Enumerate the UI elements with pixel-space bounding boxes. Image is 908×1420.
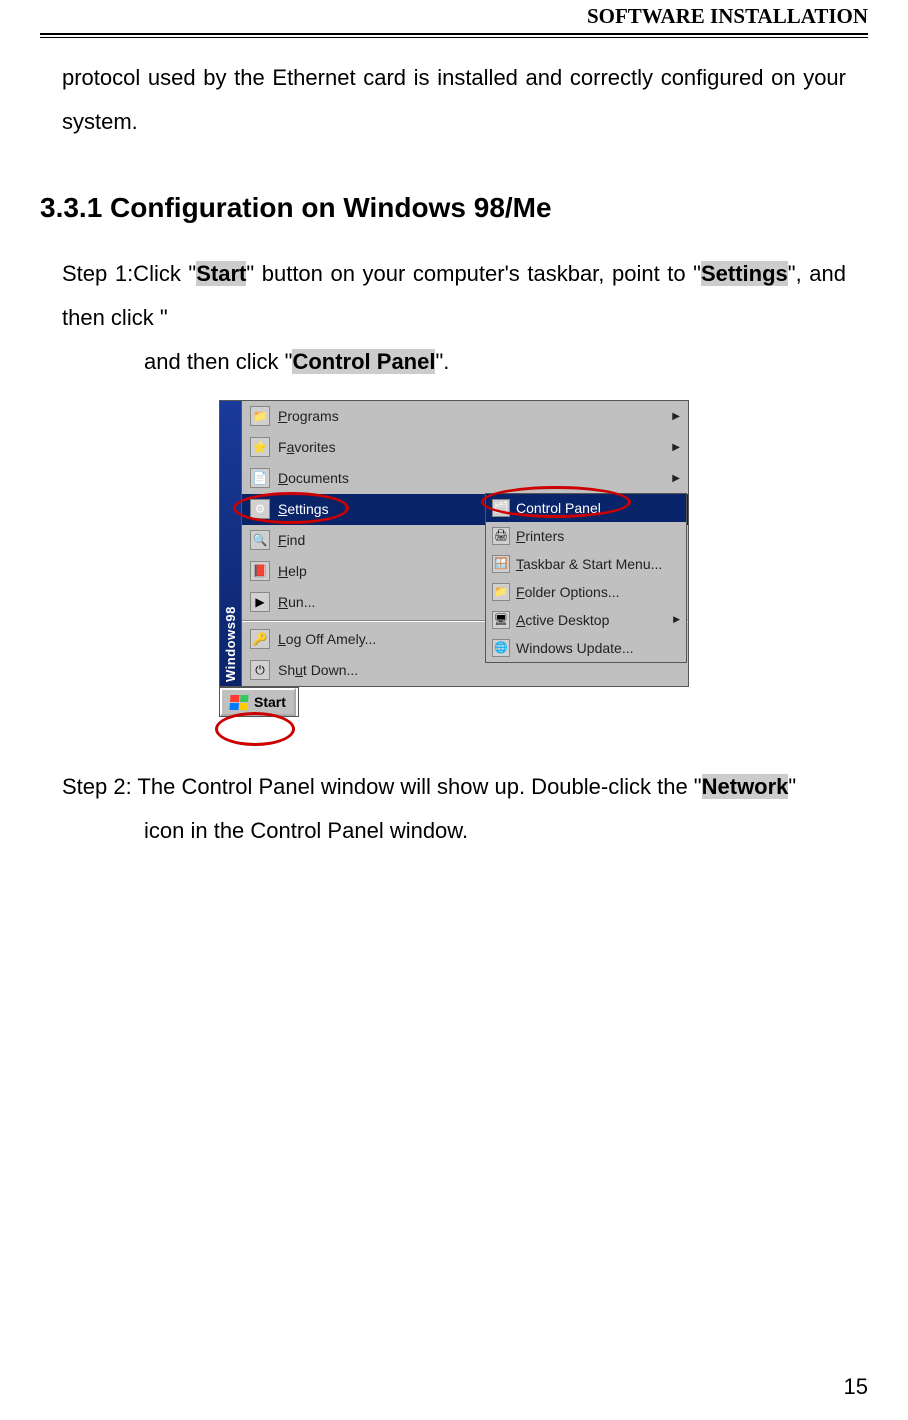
windows-update-icon: 🌐 [492, 639, 510, 657]
flyout-folder-options[interactable]: 📁 Folder Options... [486, 578, 686, 606]
flyout-taskbar[interactable]: 🪟 Taskbar & Start Menu... [486, 550, 686, 578]
shutdown-icon: ⏻ [250, 660, 270, 680]
step1-mid1: " button on your computer's taskbar, poi… [246, 261, 701, 286]
step2-quote: " [788, 774, 796, 799]
find-icon: 🔍 [250, 530, 270, 550]
flyout-label: Active Desktop [516, 612, 673, 628]
submenu-arrow-icon: ▶ [672, 442, 680, 453]
section-heading: 3.3.1 Configuration on Windows 98/Me [40, 192, 868, 224]
step1-controlpanel: Control Panel [292, 349, 435, 374]
settings-flyout: 🗂 Control Panel 🖨 Printers 🪟 Taskbar & S… [485, 493, 687, 663]
run-icon: ▶ [250, 592, 270, 612]
menu-label: Documents [278, 470, 672, 486]
flyout-control-panel[interactable]: 🗂 Control Panel [486, 494, 686, 522]
flyout-label: Control Panel [516, 500, 680, 516]
favorites-icon: ⭐ [250, 437, 270, 457]
flyout-printers[interactable]: 🖨 Printers [486, 522, 686, 550]
page-number: 15 [844, 1374, 868, 1400]
menu-item-favorites[interactable]: ⭐ Favorites ▶ [242, 432, 688, 463]
programs-icon: 📁 [250, 406, 270, 426]
active-desktop-icon: 🖥 [492, 611, 510, 629]
start-menu-screenshot: Windows98 📁 Programs ▶ ⭐ Favorites ▶ 📄 D… [219, 400, 689, 717]
documents-icon: 📄 [250, 468, 270, 488]
start-label: Start [254, 694, 286, 710]
windows-flag-icon [229, 695, 248, 710]
flyout-label: Taskbar & Start Menu... [516, 556, 680, 572]
logoff-icon: 🔑 [250, 629, 270, 649]
flyout-label: Folder Options... [516, 584, 680, 600]
step1-settings: Settings [701, 261, 788, 286]
step1-post: ". [435, 349, 449, 374]
submenu-arrow-icon: ▶ [672, 473, 680, 484]
step-1: Step 1:Click "Start" button on your comp… [40, 252, 868, 384]
menu-item-documents[interactable]: 📄 Documents ▶ [242, 463, 688, 494]
step1-line2-text: and then click " [144, 349, 292, 374]
help-icon: 📕 [250, 561, 270, 581]
flyout-label: Windows Update... [516, 640, 680, 656]
step2-pre: Step 2: The Control Panel window will sh… [62, 774, 702, 799]
start-button[interactable]: Start [220, 688, 296, 716]
flyout-label: Printers [516, 528, 680, 544]
step1-start: Start [196, 261, 246, 286]
header-rule [40, 37, 868, 38]
menu-label: Shut Down... [278, 662, 680, 678]
menu-label: Favorites [278, 439, 672, 455]
taskbar-icon: 🪟 [492, 555, 510, 573]
folder-options-icon: 📁 [492, 583, 510, 601]
step2-post: icon in the Control Panel window. [144, 818, 468, 843]
windows98-banner: Windows98 [219, 400, 242, 687]
submenu-arrow-icon: ▶ [672, 411, 680, 422]
taskbar: Start [219, 687, 299, 717]
flyout-active-desktop[interactable]: 🖥 Active Desktop ▶ [486, 606, 686, 634]
menu-item-programs[interactable]: 📁 Programs ▶ [242, 401, 688, 432]
step1-pre: Step 1:Click " [62, 261, 196, 286]
intro-paragraph: protocol used by the Ethernet card is in… [40, 56, 868, 144]
page-header: SOFTWARE INSTALLATION [40, 0, 868, 35]
settings-icon: ⚙ [250, 499, 270, 519]
step-2: Step 2: The Control Panel window will sh… [40, 765, 868, 853]
control-panel-icon: 🗂 [492, 499, 510, 517]
printers-icon: 🖨 [492, 527, 510, 545]
annotation-circle-start [215, 712, 295, 746]
menu-label: Programs [278, 408, 672, 424]
flyout-windows-update[interactable]: 🌐 Windows Update... [486, 634, 686, 662]
step2-network: Network [702, 774, 789, 799]
submenu-arrow-icon: ▶ [673, 614, 680, 625]
